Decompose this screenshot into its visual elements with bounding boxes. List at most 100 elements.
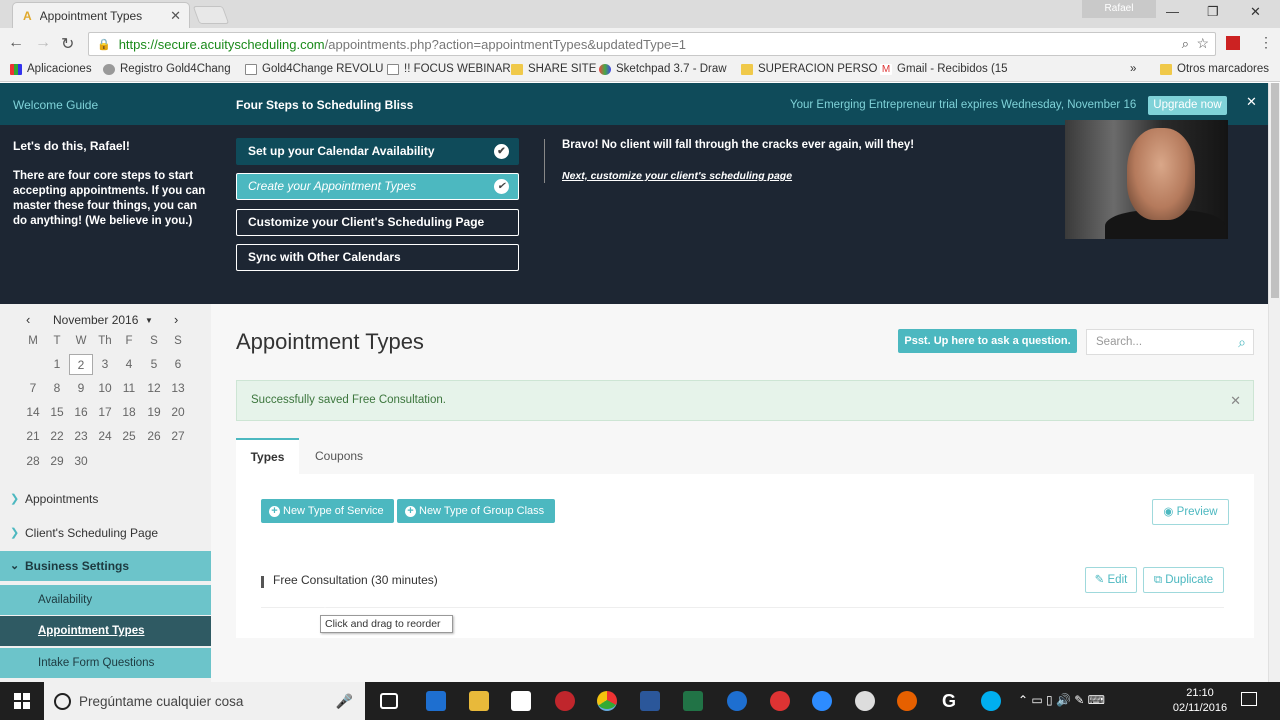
calendar-day[interactable]: 1	[45, 354, 69, 375]
search-icon[interactable]: ⌕	[1238, 330, 1246, 354]
page-scrollbar[interactable]	[1268, 83, 1280, 682]
system-tray-icons[interactable]: ⌃ ▭ ▯ 🔊 ✎ ⌨	[1018, 693, 1105, 707]
calendar-month[interactable]: November 2016	[53, 313, 138, 327]
app-icon[interactable]	[555, 691, 575, 711]
windows-start-icon[interactable]	[14, 693, 30, 709]
next-step-link[interactable]: Next, customize your client's scheduling…	[562, 170, 792, 182]
zoom-icon[interactable]: ⌕	[1182, 36, 1189, 52]
g-app-icon[interactable]: G	[939, 691, 959, 711]
step-scheduling-page[interactable]: Customize your Client's Scheduling Page	[236, 209, 519, 236]
calendar-day[interactable]: 13	[166, 378, 190, 399]
calendar-day[interactable]: 15	[45, 402, 69, 423]
step-appointment-types[interactable]: Create your Appointment Types ✔	[236, 173, 519, 200]
sidebar-item-appointments[interactable]: ❯ Appointments	[0, 484, 211, 514]
scrollbar-thumb[interactable]	[1271, 83, 1279, 298]
calendar-day[interactable]: 2	[69, 354, 93, 375]
calendar-day[interactable]: 8	[45, 378, 69, 399]
zoom-app-icon[interactable]	[812, 691, 832, 711]
edit-button[interactable]: ✎ Edit	[1085, 567, 1137, 593]
month-dropdown-icon[interactable]: ▼	[145, 316, 153, 325]
welcome-guide-link[interactable]: Welcome Guide	[13, 98, 98, 112]
new-group-class-button[interactable]: + New Type of Group Class	[397, 499, 555, 523]
star-icon[interactable]: ☆	[1196, 35, 1209, 52]
calendar-day[interactable]: 5	[142, 354, 166, 375]
extension-icon[interactable]	[1226, 36, 1240, 50]
bookmark-item[interactable]: Gold4Change REVOLU	[245, 63, 383, 75]
bookmark-item[interactable]: SHARE SITE	[511, 63, 596, 75]
calendar-day[interactable]: 18	[117, 402, 141, 423]
file-explorer-icon[interactable]	[469, 691, 489, 711]
tab-types[interactable]: Types	[236, 438, 299, 474]
sidebar-item-client-page[interactable]: ❯ Client's Scheduling Page	[0, 518, 211, 548]
bookmark-apps[interactable]: Aplicaciones	[10, 63, 92, 75]
bookmark-item[interactable]: SUPERACION PERSO	[741, 63, 878, 75]
ask-question-button[interactable]: Psst. Up here to ask a question.	[898, 329, 1077, 353]
appointment-type-name[interactable]: Free Consultation (30 minutes)	[273, 573, 438, 587]
bookmark-item[interactable]: Registro Gold4Chang	[103, 63, 231, 75]
calendar-day[interactable]: 28	[21, 451, 45, 472]
sidebar-item-availability[interactable]: Availability	[0, 585, 211, 615]
calendar-day[interactable]: 17	[93, 402, 117, 423]
bookmark-item[interactable]: M Gmail - Recibidos (15	[880, 63, 1008, 75]
close-guide-icon[interactable]: ✕	[1246, 94, 1257, 110]
browser-tab[interactable]: A Appointment Types ✕	[12, 2, 190, 28]
bookmark-item[interactable]: Sketchpad 3.7 - Draw	[599, 63, 727, 75]
calendar-day[interactable]: 11	[117, 378, 141, 399]
calendar-day[interactable]: 24	[93, 426, 117, 447]
clock[interactable]: 21:10 02/11/2016	[1168, 686, 1232, 716]
sidebar-item-business-settings[interactable]: ⌄ Business Settings	[0, 551, 211, 581]
minimize-icon[interactable]: —	[1166, 4, 1179, 19]
restore-icon[interactable]: ❐	[1207, 4, 1219, 20]
sidebar-item-appointment-types[interactable]: Appointment Types	[0, 616, 211, 646]
bookmarks-overflow[interactable]: »	[1130, 63, 1136, 75]
app-icon[interactable]	[855, 691, 875, 711]
calendar-day[interactable]: 16	[69, 402, 93, 423]
calendar-day[interactable]: 10	[93, 378, 117, 399]
calendar-day[interactable]: 23	[69, 426, 93, 447]
calendar-day[interactable]: 7	[21, 378, 45, 399]
calendar-day[interactable]: 3	[93, 354, 117, 375]
microphone-icon[interactable]: 🎤	[336, 693, 353, 710]
word-icon[interactable]	[640, 691, 660, 711]
excel-icon[interactable]	[683, 691, 703, 711]
preview-button[interactable]: ◉ Preview	[1152, 499, 1229, 525]
calendar-day[interactable]: 14	[21, 402, 45, 423]
itunes-icon[interactable]	[770, 691, 790, 711]
appointment-type-row[interactable]: Free Consultation (30 minutes) ✎ Edit ⧉ …	[261, 567, 1224, 608]
next-month-icon[interactable]: ›	[174, 312, 178, 327]
prev-month-icon[interactable]: ‹	[26, 312, 30, 327]
task-view-icon[interactable]	[380, 693, 398, 709]
bookmark-item[interactable]: !! FOCUS WEBINAR	[387, 63, 511, 75]
calendar-day[interactable]: 29	[45, 451, 69, 472]
store-icon[interactable]	[511, 691, 531, 711]
sidebar-item-intake-form[interactable]: Intake Form Questions	[0, 648, 211, 678]
calendar-day[interactable]: 21	[21, 426, 45, 447]
new-tab-button[interactable]	[192, 6, 230, 24]
close-alert-icon[interactable]: ✕	[1230, 381, 1241, 420]
upgrade-button[interactable]: Upgrade now	[1148, 96, 1227, 115]
url-field[interactable]: 🔒 https://secure.acuityscheduling.com/ap…	[88, 32, 1216, 56]
search-input[interactable]: Search... ⌕	[1086, 329, 1254, 355]
calendar-day[interactable]: 22	[45, 426, 69, 447]
calendar-day[interactable]: 9	[69, 378, 93, 399]
calendar-day[interactable]: 12	[142, 378, 166, 399]
calendar-day[interactable]: 30	[69, 451, 93, 472]
reload-icon[interactable]: ↻	[61, 34, 74, 54]
duplicate-button[interactable]: ⧉ Duplicate	[1143, 567, 1224, 593]
firefox-icon[interactable]	[897, 691, 917, 711]
bookmark-other[interactable]: Otros marcadores	[1160, 63, 1269, 75]
ie-icon[interactable]	[727, 691, 747, 711]
forward-icon[interactable]: →	[35, 34, 51, 52]
notifications-icon[interactable]	[1241, 692, 1257, 706]
step-sync-calendars[interactable]: Sync with Other Calendars	[236, 244, 519, 271]
profile-badge[interactable]: Rafael	[1082, 0, 1156, 18]
close-window-icon[interactable]: ✕	[1250, 4, 1261, 20]
calendar-day[interactable]: 27	[166, 426, 190, 447]
calendar-day[interactable]: 6	[166, 354, 190, 375]
back-icon[interactable]: ←	[8, 34, 24, 52]
skype-icon[interactable]	[981, 691, 1001, 711]
new-service-button[interactable]: + New Type of Service	[261, 499, 394, 523]
calendar-day[interactable]: 20	[166, 402, 190, 423]
close-tab-icon[interactable]: ✕	[170, 8, 181, 24]
calendar-day[interactable]: 26	[142, 426, 166, 447]
